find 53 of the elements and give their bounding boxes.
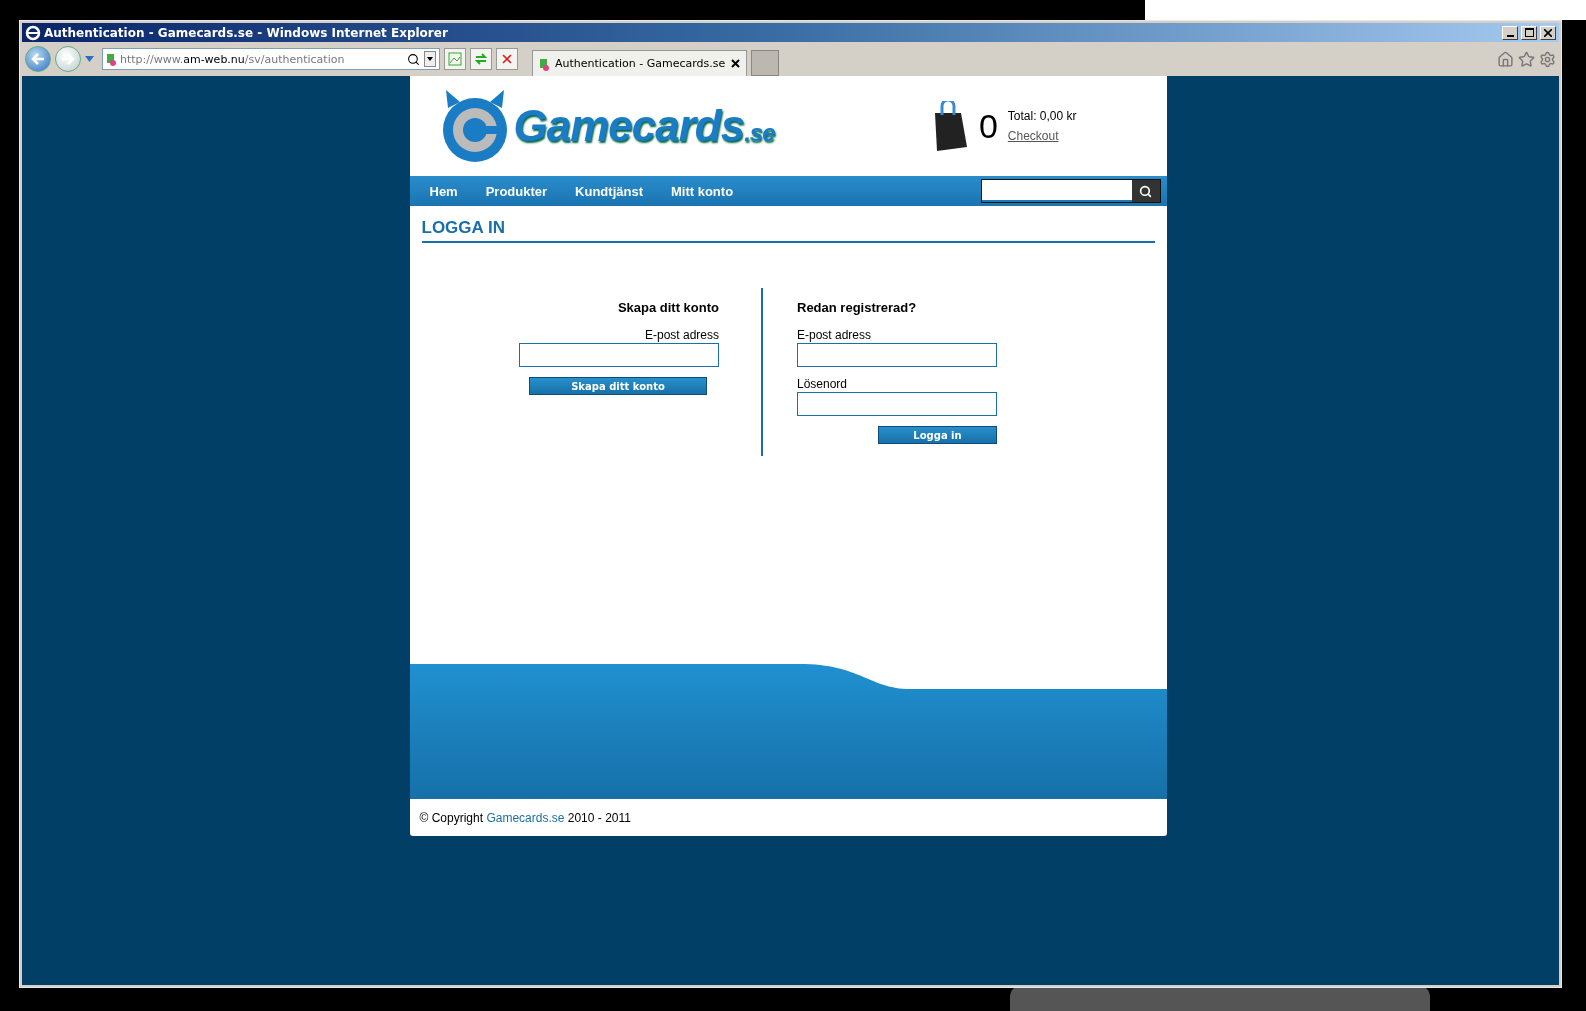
page-icon <box>539 56 549 71</box>
copyright-text: © Copyright Gamecards.se 2010 - 2011 <box>419 810 631 825</box>
field-label: E-post adress <box>644 328 719 342</box>
field-label: Lösenord <box>797 377 848 391</box>
nav-link[interactable]: Mitt konto <box>657 183 748 199</box>
cart-total: Total: 0,00 kr <box>1007 109 1077 123</box>
close-button[interactable] <box>1540 25 1556 40</box>
compatibility-view-button[interactable] <box>444 48 466 70</box>
search-icon[interactable] <box>407 52 420 66</box>
stop-icon <box>502 54 512 64</box>
settings-icon[interactable] <box>1539 50 1556 68</box>
back-button[interactable] <box>25 46 51 72</box>
forward-arrow-icon <box>61 53 75 65</box>
refresh-button[interactable] <box>470 48 492 70</box>
home-icon[interactable] <box>1497 50 1514 68</box>
page-title: LOGGA IN <box>421 218 1155 243</box>
search-field[interactable] <box>980 179 1161 203</box>
favorites-icon[interactable] <box>1518 50 1535 68</box>
form-heading: Skapa ditt konto <box>617 300 719 315</box>
dropdown-icon[interactable] <box>424 51 436 67</box>
site-logo[interactable]: Gamecards.se <box>513 101 775 151</box>
minimize-button[interactable] <box>1502 25 1518 40</box>
browser-logo-icon <box>25 24 41 41</box>
nav-link[interactable]: Produkter <box>471 183 562 199</box>
password-field[interactable] <box>797 392 997 416</box>
back-arrow-icon <box>31 53 45 65</box>
address-bar[interactable]: http://www.am-web.nu/sv/authentication <box>102 48 440 70</box>
checkout-link[interactable]: Checkout <box>1007 129 1077 143</box>
search-button[interactable] <box>1131 180 1160 202</box>
window-title: Authentication - Gamecards.se - Windows Internet Explorer <box>44 25 449 40</box>
maximize-button[interactable] <box>1521 25 1537 40</box>
url-text: http://www.am-web.nu/sv/authentication <box>120 52 346 66</box>
create-account-button[interactable]: Skapa ditt konto <box>529 377 707 395</box>
nav-link[interactable]: Hem <box>415 183 472 199</box>
maximize-icon <box>1524 28 1534 37</box>
minimize-icon <box>1506 34 1514 37</box>
stop-button[interactable] <box>496 48 518 70</box>
browser-tab[interactable]: Authentication - Gamecards.se <box>532 50 748 76</box>
broken-page-icon <box>448 52 462 66</box>
close-icon <box>1544 28 1552 37</box>
form-heading: Redan registrerad? <box>797 300 917 315</box>
email-field[interactable] <box>797 343 997 367</box>
search-icon <box>1139 184 1152 198</box>
nav-link[interactable]: Kundtjänst <box>561 183 657 199</box>
login-button[interactable]: Logga in <box>878 426 997 444</box>
forward-button[interactable] <box>55 46 81 72</box>
refresh-icon <box>474 52 488 66</box>
footer-link[interactable]: Gamecards.se <box>486 810 565 825</box>
cart-count: 0 <box>978 106 998 146</box>
close-tab-icon[interactable] <box>731 59 741 68</box>
field-label: E-post adress <box>797 328 872 342</box>
email-field[interactable] <box>519 343 719 367</box>
page-icon <box>106 52 116 66</box>
